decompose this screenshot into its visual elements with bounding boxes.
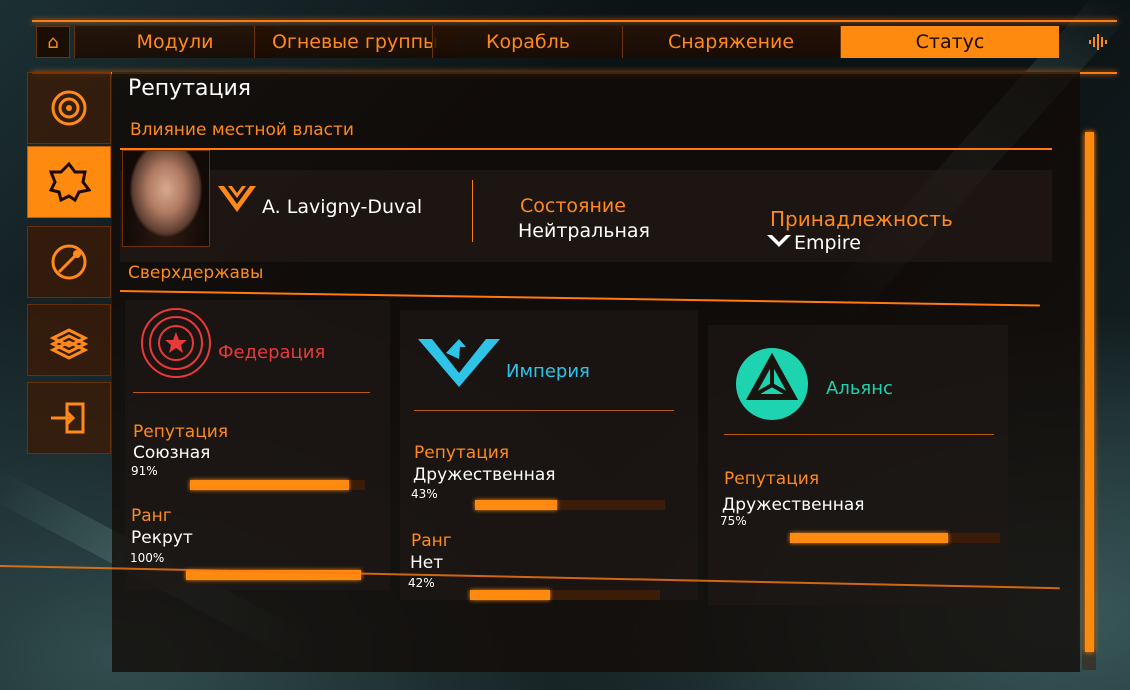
exit-icon bbox=[51, 402, 85, 434]
empire-rank-percent: 42% bbox=[408, 576, 435, 590]
alliance-emblem-icon bbox=[736, 348, 808, 420]
state-label: Состояние bbox=[520, 195, 626, 217]
alliance-reputation-label: Репутация bbox=[724, 469, 820, 489]
card-divider bbox=[724, 434, 994, 435]
federation-reputation-value: Союзная bbox=[133, 443, 211, 463]
sidebar-item-exit[interactable] bbox=[27, 382, 111, 454]
minor-faction-name: A. Lavigny-Duval bbox=[262, 196, 423, 218]
avatar bbox=[122, 150, 210, 247]
superpowers-heading: Сверхдержавы bbox=[128, 263, 264, 283]
reputation-icon bbox=[48, 161, 91, 203]
alliance-reputation-bar bbox=[790, 533, 1000, 543]
empire-power-emblem-icon bbox=[418, 339, 500, 387]
empire-name: Империя bbox=[506, 361, 590, 382]
empire-rank-bar bbox=[470, 590, 660, 600]
scrollbar-thumb[interactable] bbox=[1085, 132, 1094, 652]
federation-reputation-label: Репутация bbox=[133, 422, 229, 442]
allegiance-label: Принадлежность bbox=[770, 207, 953, 231]
federation-rank-percent: 100% bbox=[130, 551, 165, 565]
engineer-icon bbox=[51, 244, 87, 280]
system-map-icon bbox=[51, 90, 87, 126]
empire-reputation-bar bbox=[475, 500, 665, 510]
federation-rank-label: Ранг bbox=[131, 506, 172, 526]
sidebar-item-credits[interactable] bbox=[27, 304, 111, 376]
alliance-reputation-fill bbox=[790, 533, 948, 543]
empire-rank-label: Ранг bbox=[411, 531, 452, 551]
state-value: Нейтральная bbox=[518, 220, 650, 242]
federation-emblem-icon bbox=[141, 308, 211, 378]
tab-status[interactable]: Статус bbox=[840, 26, 1059, 58]
federation-rank-value: Рекрут bbox=[131, 528, 193, 548]
local-authority-heading: Влияние местной власти bbox=[130, 120, 354, 140]
empire-allegiance-icon bbox=[767, 235, 791, 247]
federation-reputation-percent: 91% bbox=[131, 464, 158, 478]
federation-name: Федерация bbox=[218, 342, 326, 363]
allegiance-value: Empire bbox=[794, 232, 861, 254]
alliance-reputation-value: Дружественная bbox=[722, 495, 865, 515]
home-button[interactable]: ⌂ bbox=[36, 26, 70, 58]
section-divider bbox=[120, 148, 1052, 150]
top-navigation: ⌂ Модули Огневые группы Корабль Снаряжен… bbox=[32, 20, 1117, 74]
audio-bars-icon bbox=[1089, 34, 1107, 50]
card-divider bbox=[133, 392, 370, 393]
empire-reputation-label: Репутация bbox=[414, 443, 510, 463]
sidebar-item-system[interactable] bbox=[27, 72, 111, 144]
empire-reputation-fill bbox=[475, 500, 557, 510]
tab-fire-groups[interactable]: Огневые группы bbox=[254, 26, 455, 58]
vertical-divider bbox=[472, 180, 473, 242]
tab-modules[interactable]: Модули bbox=[74, 26, 275, 58]
federation-reputation-fill bbox=[190, 480, 350, 490]
home-icon: ⌂ bbox=[47, 31, 59, 53]
federation-reputation-bar bbox=[190, 480, 365, 490]
card-divider bbox=[414, 410, 674, 411]
empire-rank-value: Нет bbox=[410, 553, 444, 573]
empire-rank-fill bbox=[470, 590, 550, 600]
credits-icon bbox=[49, 328, 89, 360]
empire-emblem-icon bbox=[218, 186, 256, 212]
top-rail bbox=[32, 20, 1117, 22]
sidebar-item-reputation[interactable] bbox=[27, 146, 111, 218]
tab-loadout[interactable]: Снаряжение bbox=[622, 26, 839, 58]
empire-reputation-percent: 43% bbox=[411, 487, 438, 501]
alliance-reputation-percent: 75% bbox=[720, 514, 747, 528]
sidebar-item-engineers[interactable] bbox=[27, 226, 111, 298]
alliance-name: Альянс bbox=[826, 378, 893, 399]
empire-reputation-value: Дружественная bbox=[413, 465, 556, 485]
page-title: Репутация bbox=[128, 76, 252, 101]
tab-ship[interactable]: Корабль bbox=[432, 26, 623, 58]
comms-button[interactable] bbox=[1082, 26, 1116, 58]
